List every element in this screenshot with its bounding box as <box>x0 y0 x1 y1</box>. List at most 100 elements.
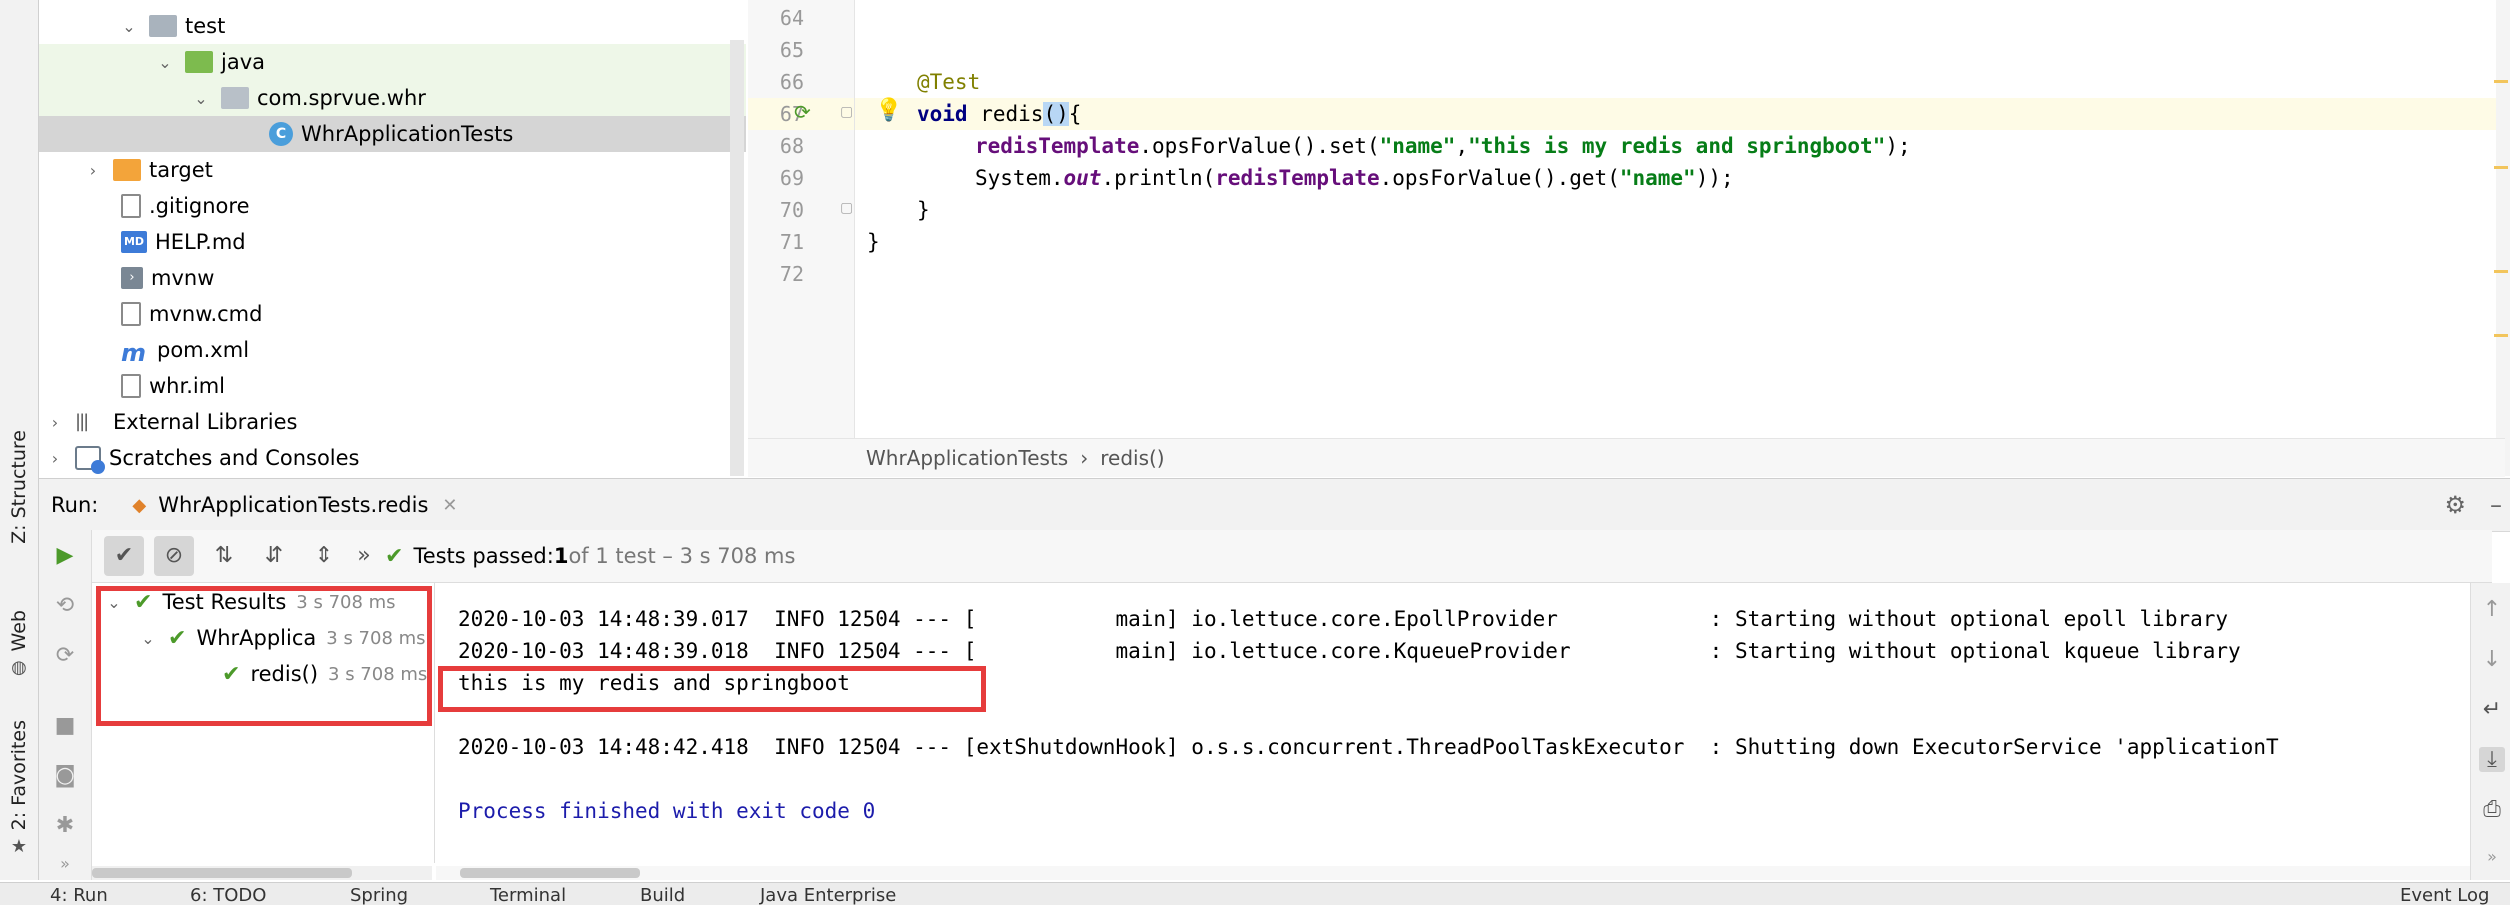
web-icon: ◍ <box>11 657 27 679</box>
line-number: 69 <box>779 166 804 190</box>
chevron-right-icon[interactable]: › <box>83 161 103 180</box>
code-editor[interactable]: 💡 @Test void redis(){ redisTemplate.opsF… <box>855 0 2505 438</box>
bottom-tab-terminal[interactable]: Terminal <box>490 885 566 905</box>
scroll-thumb[interactable] <box>92 868 352 878</box>
console-hscrollbar[interactable] <box>436 866 2470 880</box>
web-tab[interactable]: Web ◍ <box>4 610 34 678</box>
line-number: 66 <box>779 70 804 94</box>
tree-item-mvnw[interactable]: › mvnw <box>39 260 746 296</box>
code-line-66: @Test <box>917 70 981 94</box>
tree-item-target[interactable]: › target <box>39 152 746 188</box>
bottom-tool-bar: 4: Run 6: TODO Spring Terminal Build Jav… <box>0 882 2510 905</box>
toggle-auto-test-icon[interactable]: ⟳ <box>49 640 81 672</box>
tree-item-java[interactable]: ⌄ java <box>39 44 746 80</box>
status-suffix: of 1 test – 3 s 708 ms <box>568 544 796 568</box>
stripe-mark[interactable] <box>2494 166 2508 169</box>
tree-item-package[interactable]: ⌄ com.sprvue.whr <box>39 80 746 116</box>
sort-duration-icon[interactable]: ⇵ <box>254 536 294 576</box>
status-prefix: Tests passed: <box>413 544 554 568</box>
tree-item-help-md[interactable]: MD HELP.md <box>39 224 746 260</box>
more-icon[interactable]: » <box>49 848 81 880</box>
stripe-mark[interactable] <box>2494 270 2508 273</box>
project-tree: ⌄ test ⌄ java ⌄ com.sprvue.whr C WhrAppl… <box>39 0 746 476</box>
code-line-68: redisTemplate.opsForValue().set("name","… <box>975 134 1911 158</box>
gear-icon[interactable]: ⚙ <box>2444 491 2466 519</box>
highlight-box-results <box>96 586 432 726</box>
tree-item-iml[interactable]: whr.iml <box>39 368 746 404</box>
status-count: 1 <box>553 544 569 568</box>
file-icon <box>121 302 141 326</box>
console-line: 2020-10-03 14:48:39.018 INFO 12504 --- [… <box>458 639 2241 663</box>
bottom-tab-todo[interactable]: 6: TODO <box>190 885 266 905</box>
chevron-right-icon[interactable]: › <box>45 449 65 468</box>
console-line-exit: Process finished with exit code 0 <box>458 799 876 823</box>
file-icon <box>121 194 141 218</box>
tree-item-mvnw-cmd[interactable]: mvnw.cmd <box>39 296 746 332</box>
tree-item-test[interactable]: ⌄ test <box>39 8 746 44</box>
tree-item-scratches[interactable]: › Scratches and Consoles <box>39 440 746 476</box>
close-icon[interactable]: ✕ <box>442 495 457 516</box>
editor-gutter: 64 65 66 67 68 69 70 71 72 ⟳ ▢ ▢ <box>748 0 855 438</box>
expand-all-icon[interactable]: ⇕ <box>304 536 344 576</box>
tree-item-test-class[interactable]: C WhrApplicationTests <box>39 116 746 152</box>
rerun-failed-icon[interactable]: ⟲ <box>49 590 81 622</box>
line-number: 72 <box>779 262 804 286</box>
favorites-tab[interactable]: 2: Favorites ★ <box>4 720 34 857</box>
highlight-box-output <box>438 666 986 712</box>
event-log-tab[interactable]: Event Log <box>2400 885 2489 905</box>
stripe-mark[interactable] <box>2494 80 2508 83</box>
arrow-down-icon[interactable]: ↓ <box>2479 647 2505 672</box>
run-panel-header: Run: ◆ WhrApplicationTests.redis ✕ ⚙ – <box>39 478 2510 532</box>
console-output[interactable]: 2020-10-03 14:48:39.017 INFO 12504 --- [… <box>436 583 2470 863</box>
markdown-icon: MD <box>121 231 147 253</box>
more-icon[interactable]: » <box>354 536 374 576</box>
sort-alpha-icon[interactable]: ⇅ <box>204 536 244 576</box>
bottom-tab-spring[interactable]: Spring <box>350 885 408 905</box>
soft-wrap-icon[interactable]: ↵ <box>2479 697 2505 722</box>
line-number: 70 <box>779 198 804 222</box>
chevron-down-icon[interactable]: ⌄ <box>155 53 175 72</box>
bottom-tab-java-enterprise[interactable]: Java Enterprise <box>760 885 896 905</box>
lightbulb-icon[interactable]: 💡 <box>875 98 902 123</box>
code-line-69: System.out.println(redisTemplate.opsForV… <box>975 166 1734 190</box>
run-tab-title[interactable]: WhrApplicationTests.redis <box>158 493 428 517</box>
chevron-down-icon[interactable]: ⌄ <box>119 17 139 36</box>
chevron-right-icon[interactable]: › <box>45 413 65 432</box>
results-hscrollbar[interactable] <box>92 866 432 880</box>
tree-item-gitignore[interactable]: .gitignore <box>39 188 746 224</box>
console-line: 2020-10-03 14:48:42.418 INFO 12504 --- [… <box>458 735 2279 759</box>
left-tool-strip: Z: Structure Web ◍ 2: Favorites ★ <box>0 0 39 880</box>
stop-icon[interactable]: ■ <box>49 710 81 742</box>
scroll-to-end-icon[interactable]: ⤓ <box>2479 747 2505 772</box>
arrow-up-icon[interactable]: ↑ <box>2479 597 2505 622</box>
show-ignored-icon[interactable]: ⊘ <box>154 536 194 576</box>
structure-tab[interactable]: Z: Structure <box>4 430 34 544</box>
check-icon: ✔ <box>385 543 404 569</box>
error-stripe[interactable] <box>2496 0 2510 476</box>
scroll-thumb[interactable] <box>460 868 640 878</box>
bottom-tab-build[interactable]: Build <box>640 885 685 905</box>
star-icon: ★ <box>10 836 28 858</box>
rerun-icon[interactable]: ▶ <box>49 540 81 572</box>
tree-item-pom[interactable]: m pom.xml <box>39 332 746 368</box>
run-test-icon[interactable]: ⟳ <box>794 100 811 124</box>
stripe-mark[interactable] <box>2494 334 2508 337</box>
more-icon[interactable]: » <box>2479 847 2505 866</box>
breadcrumb-class[interactable]: WhrApplicationTests <box>866 446 1068 470</box>
camera-icon[interactable]: ◙ <box>49 760 81 792</box>
fold-icon[interactable]: ▢ <box>840 104 853 120</box>
current-line-highlight <box>855 98 2505 130</box>
console-line: 2020-10-03 14:48:39.017 INFO 12504 --- [… <box>458 607 2229 631</box>
fold-icon[interactable]: ▢ <box>840 200 853 216</box>
breadcrumb-method[interactable]: redis() <box>1100 446 1164 470</box>
project-scrollbar[interactable] <box>730 40 744 476</box>
show-passed-icon[interactable]: ✔ <box>104 536 144 576</box>
settings-tools-icon[interactable]: ✱ <box>49 810 81 842</box>
breadcrumb: WhrApplicationTests › redis() <box>748 438 2505 477</box>
bottom-tab-run[interactable]: 4: Run <box>50 885 108 905</box>
tree-item-external-libraries[interactable]: › ||| External Libraries <box>39 404 746 440</box>
library-icon: ||| <box>75 411 89 432</box>
print-icon[interactable]: ⎙ <box>2479 797 2505 822</box>
minimize-icon[interactable]: – <box>2490 491 2502 519</box>
chevron-down-icon[interactable]: ⌄ <box>191 89 211 108</box>
